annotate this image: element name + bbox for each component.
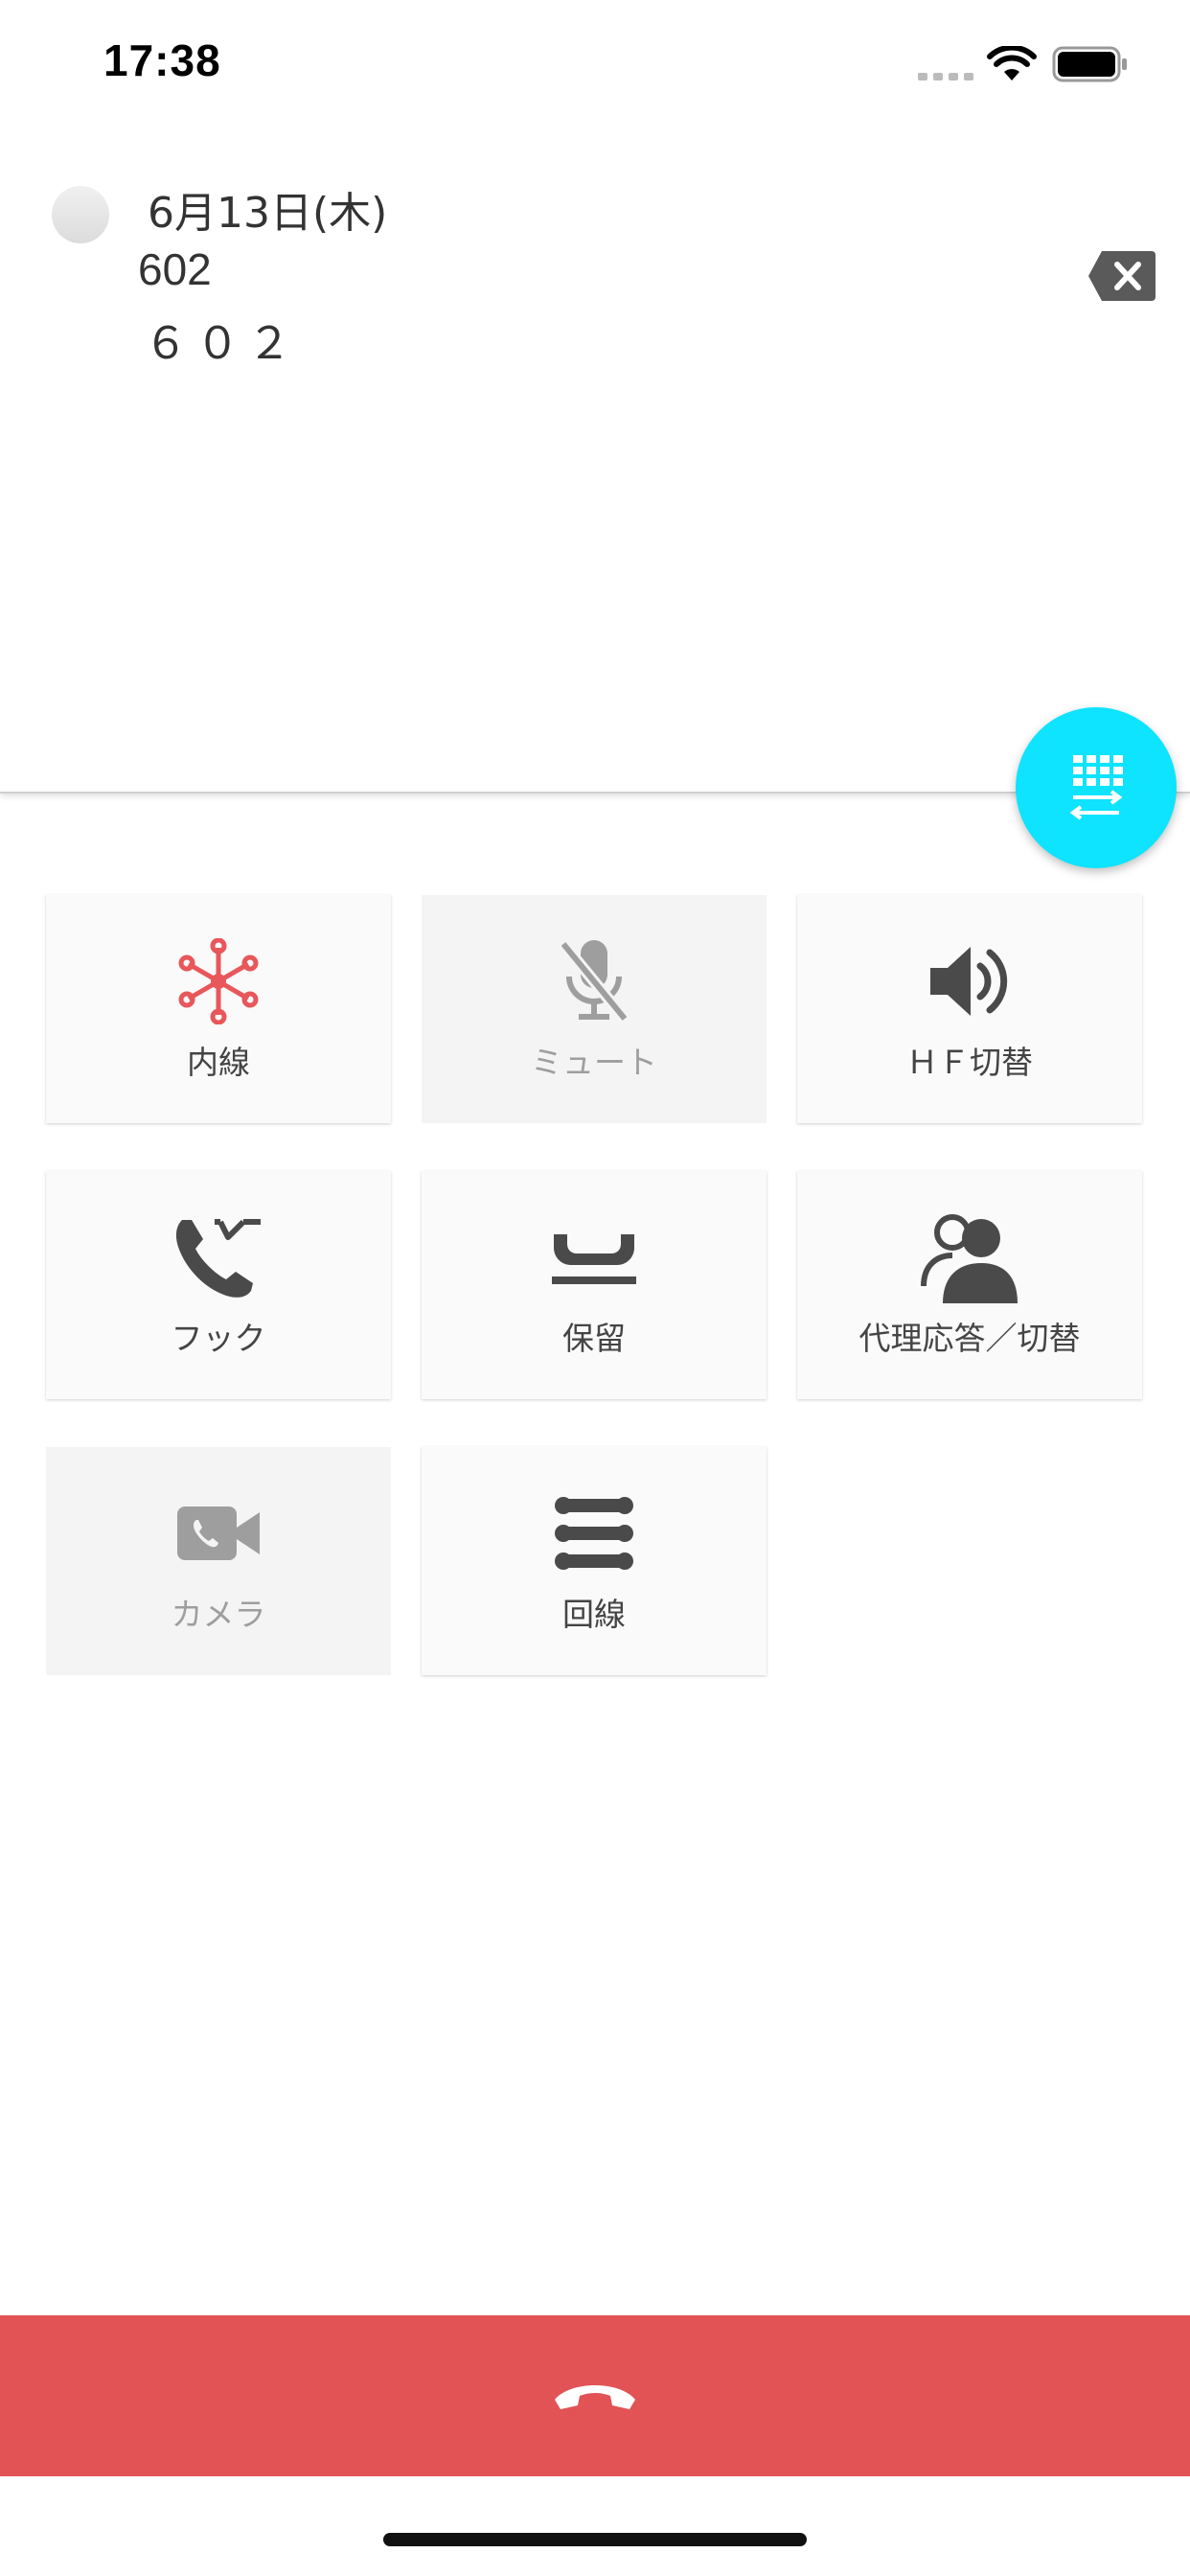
extension-button[interactable]: 内線 (46, 895, 391, 1123)
status-bar: 17:38 (0, 0, 1190, 134)
hook-label: フック (171, 1320, 266, 1357)
keypad-switch-icon (1069, 755, 1123, 820)
mute-label: ミュート (531, 1044, 657, 1081)
pickup-users-icon (921, 1214, 1018, 1303)
call-date: 6月13日(木) (148, 189, 388, 238)
keypad-toggle-button[interactable] (1016, 707, 1177, 868)
wifi-icon (987, 46, 1037, 80)
signal-icon (918, 73, 973, 80)
pickup-switch-label: 代理応答／切替 (858, 1320, 1081, 1357)
pickup-switch-button[interactable]: 代理応答／切替 (797, 1171, 1142, 1399)
mic-off-icon (559, 940, 629, 1023)
call-name: ６０２ (144, 317, 299, 369)
call-number: 602 (138, 244, 212, 294)
hold-label: 保留 (562, 1320, 626, 1357)
presence-indicator (52, 186, 109, 243)
line-button[interactable]: 回線 (422, 1447, 767, 1675)
extension-label: 内線 (187, 1044, 250, 1081)
backspace-icon (1088, 251, 1156, 301)
home-indicator[interactable] (383, 2533, 807, 2546)
hold-button[interactable]: 保留 (422, 1171, 767, 1399)
hang-up-icon (555, 2385, 635, 2409)
camera-label: カメラ (171, 1596, 266, 1633)
video-camera-icon (177, 1506, 260, 1560)
hf-switch-button[interactable]: ＨＦ切替 (797, 895, 1142, 1123)
delete-button[interactable] (1088, 251, 1156, 301)
hold-icon (552, 1234, 636, 1284)
lines-icon (555, 1497, 633, 1570)
hook-button[interactable]: フック (46, 1171, 391, 1399)
extension-network-icon (178, 938, 259, 1024)
status-time: 17:38 (103, 35, 221, 85)
speaker-icon (930, 947, 1008, 1016)
end-call-button[interactable] (0, 2315, 1190, 2476)
battery-icon (1052, 46, 1127, 82)
mute-button[interactable]: ミュート (422, 895, 767, 1123)
hook-phone-icon (175, 1219, 261, 1298)
line-label: 回線 (562, 1596, 626, 1633)
hf-switch-label: ＨＦ切替 (906, 1044, 1033, 1081)
camera-button[interactable]: カメラ (46, 1447, 391, 1675)
